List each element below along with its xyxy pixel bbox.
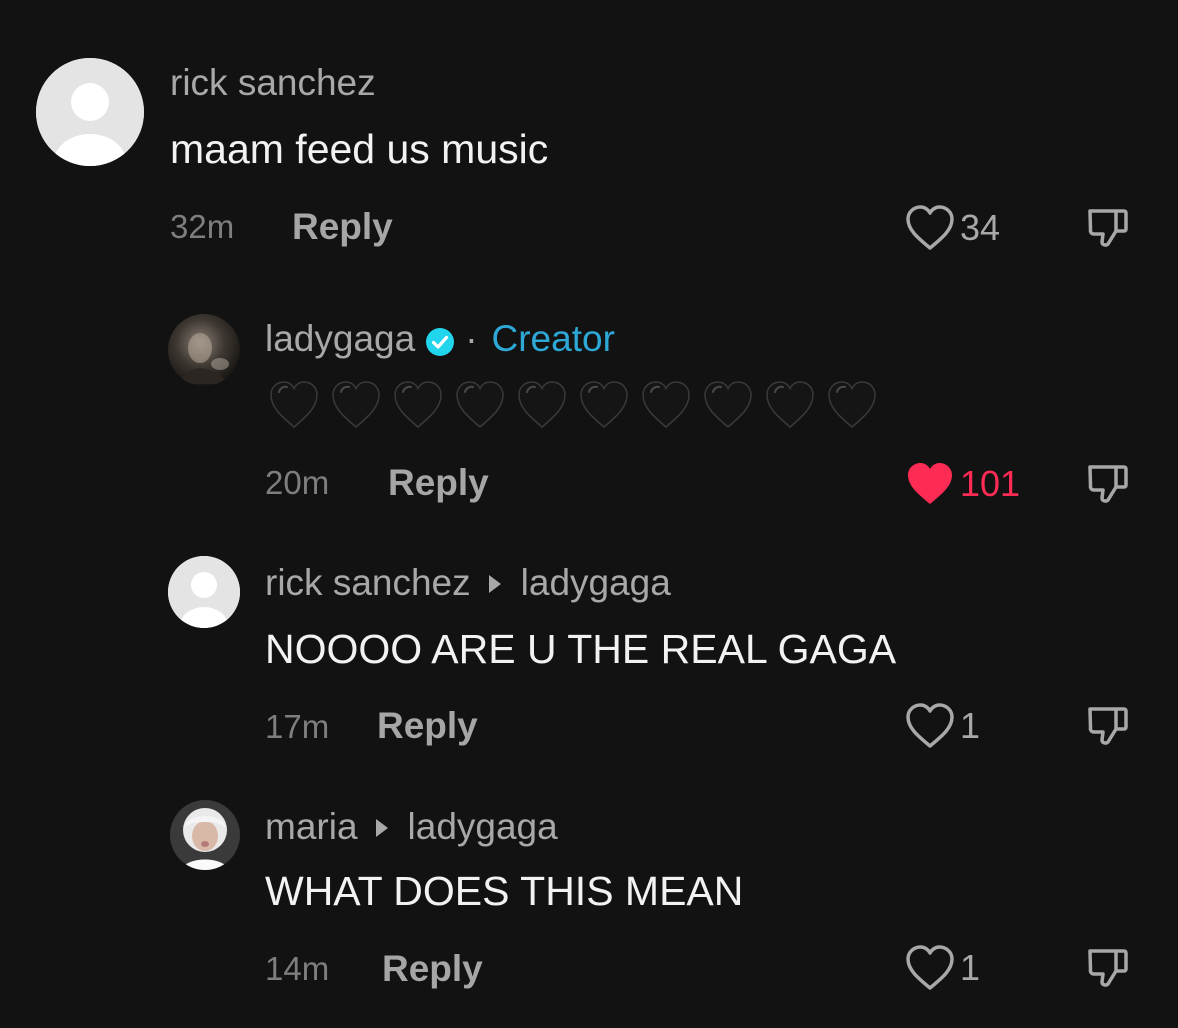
like-button[interactable]: 101 [904,460,1020,508]
comment-username[interactable]: rick sanchez [170,62,376,104]
avatar[interactable] [168,314,240,386]
black-heart-emoji [766,381,814,428]
reply-button[interactable]: Reply [292,206,393,248]
comment-username[interactable]: ladygaga · Creator [265,318,615,360]
black-heart-emoji [332,381,380,428]
heart-outline-icon [906,205,954,250]
heart-outline-icon [906,703,954,748]
profile-photo [170,800,240,870]
reply-to-username[interactable]: ladygaga [521,562,671,604]
separator-dot: · [465,318,478,359]
like-count: 34 [960,207,1001,248]
dislike-icon [1088,949,1128,987]
dislike-button[interactable] [1086,704,1130,748]
avatar[interactable] [168,556,240,628]
like-count: 101 [960,463,1021,504]
black-heart-emoji [828,381,876,428]
black-heart-emoji [456,381,504,428]
username-text[interactable]: ladygaga [265,318,415,360]
dislike-button[interactable] [1086,946,1130,990]
like-count: 1 [960,947,981,988]
comment-text: maam feed us music [170,126,549,172]
comment-username[interactable]: rick sanchez ladygaga [265,562,671,604]
comment-time: 17m [265,708,330,745]
heart-outline-icon [906,945,954,990]
avatar[interactable] [170,800,240,870]
creator-badge: Creator [491,318,615,359]
heart-filled-icon [908,463,952,504]
dislike-icon [1088,465,1128,503]
reply-button[interactable]: Reply [382,948,483,990]
comment-text [268,380,878,430]
reply-button[interactable]: Reply [388,462,489,504]
comments-panel: rick sanchez maam feed us music 32m Repl… [0,0,1178,1028]
reply-arrow-icon [488,575,501,593]
black-heart-emoji [580,381,628,428]
comment-time: 32m [170,208,235,245]
reply-to-username[interactable]: ladygaga [408,806,558,848]
dislike-button[interactable] [1086,206,1130,250]
default-avatar-icon [36,58,144,166]
avatar[interactable] [36,58,144,166]
comment-time: 14m [265,950,330,987]
like-button[interactable]: 1 [904,702,980,750]
dislike-icon [1088,209,1128,247]
username-text[interactable]: maria [265,806,358,848]
comment-time: 20m [265,464,330,501]
black-heart-emoji [394,381,442,428]
comment-text: NOOOO ARE U THE REAL GAGA [265,626,897,672]
reply-button[interactable]: Reply [377,705,478,747]
black-heart-emoji [518,381,566,428]
like-button[interactable]: 1 [904,944,980,992]
default-avatar-icon [168,556,240,628]
comment-username[interactable]: maria ladygaga [265,806,558,848]
comment-text: WHAT DOES THIS MEAN [265,868,744,914]
black-heart-emoji [704,381,752,428]
like-button[interactable]: 34 [904,204,1000,252]
reply-arrow-icon [375,819,388,837]
like-count: 1 [960,705,981,746]
dislike-icon [1088,707,1128,745]
username-text[interactable]: rick sanchez [170,62,376,104]
black-heart-emoji [270,381,318,428]
black-heart-emoji [642,381,690,428]
profile-photo [168,314,240,386]
dislike-button[interactable] [1086,462,1130,506]
username-text[interactable]: rick sanchez [265,562,471,604]
verified-icon [425,324,455,356]
